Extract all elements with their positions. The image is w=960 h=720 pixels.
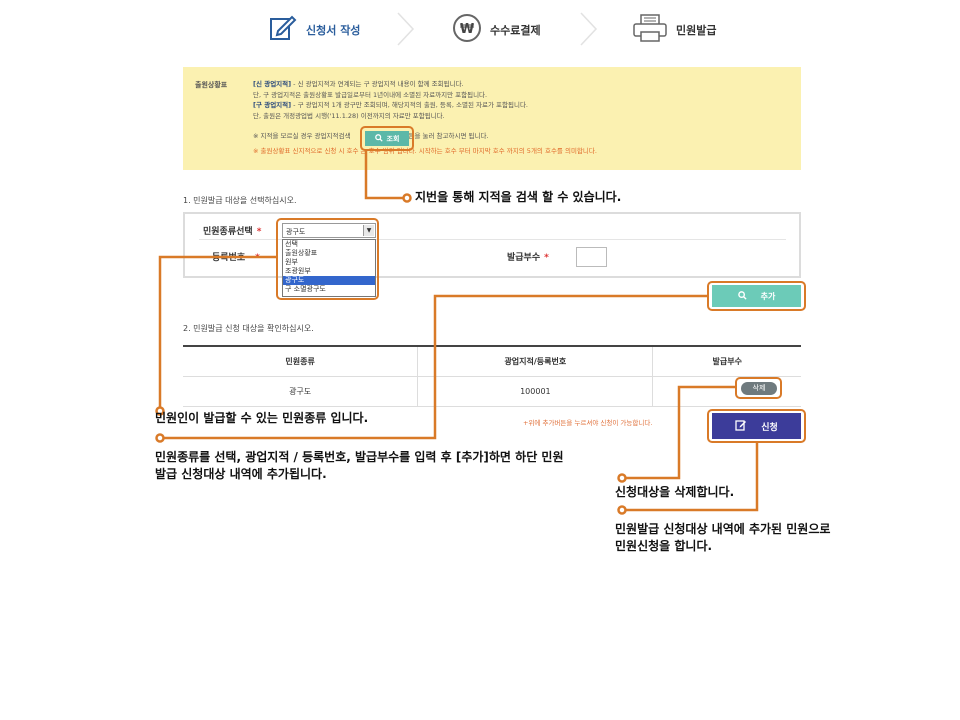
- annotation-search: 지번을 통해 지적을 검색 할 수 있습니다.: [415, 190, 622, 204]
- annotation-apply: 민원발급 신청대상 내역에 추가된 민원으로 민원신청을 합니다.: [615, 522, 831, 553]
- callout-connectors: [155, 150, 759, 515]
- annotation-type: 민원인이 발급할 수 있는 민원종류 입니다.: [155, 411, 369, 425]
- annotation-delete: 신청대상을 삭제합니다.: [615, 485, 735, 499]
- annotation-add: 민원종류를 선택, 광업지적 / 등록번호, 발급부수를 입력 후 [추가]하면…: [155, 450, 564, 481]
